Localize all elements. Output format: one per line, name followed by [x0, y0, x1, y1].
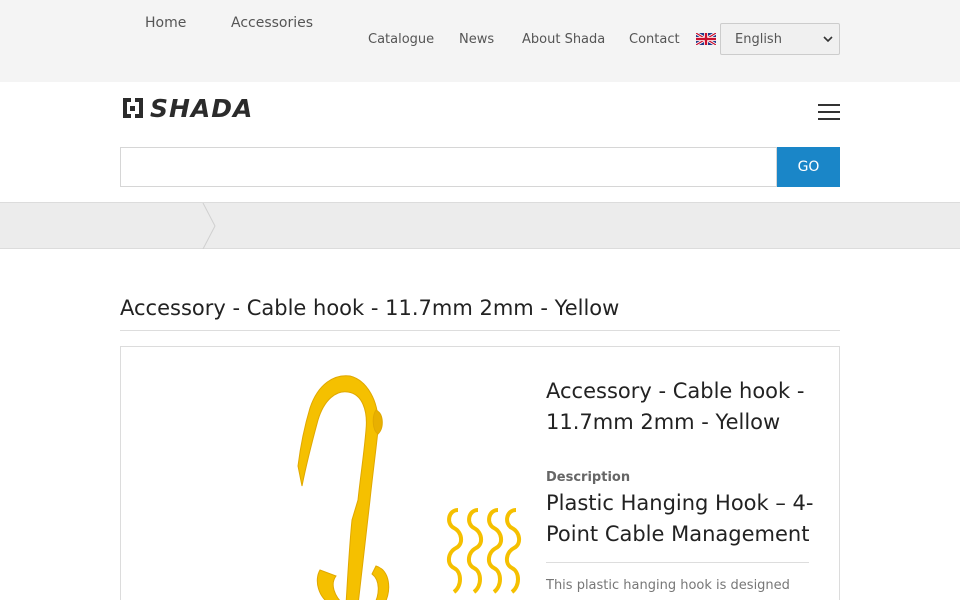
product-image[interactable] — [280, 370, 530, 600]
chevron-down-icon — [823, 36, 833, 43]
language-select-value: English — [735, 32, 782, 47]
nav-contact-link[interactable]: Contact — [629, 32, 680, 47]
product-title: Accessory - Cable hook - 11.7mm 2mm - Ye… — [546, 379, 805, 434]
description-label: Description — [546, 470, 631, 485]
shada-logo[interactable]: SHADA — [120, 93, 254, 123]
description-heading: Plastic Hanging Hook – 4-Point Cable Man… — [546, 491, 814, 546]
description-divider — [546, 562, 809, 563]
nav-catalogue-link[interactable]: Catalogue — [368, 32, 434, 47]
breadcrumb-home-link[interactable]: Home — [145, 15, 186, 31]
shada-logo-mark-icon — [123, 98, 143, 118]
title-divider — [120, 330, 840, 331]
breadcrumb-accessories-link[interactable]: Accessories — [231, 15, 313, 31]
nav-about-link[interactable]: About Shada — [522, 32, 605, 47]
description-text: This plastic hanging hook is designed — [546, 578, 790, 593]
search-go-button[interactable]: GO — [777, 147, 840, 187]
page-title: Accessory - Cable hook - 11.7mm 2mm - Ye… — [120, 296, 620, 320]
search-input[interactable] — [120, 147, 777, 187]
uk-flag-icon — [696, 33, 716, 45]
menu-icon[interactable] — [818, 104, 840, 120]
language-select[interactable]: English — [720, 23, 840, 55]
breadcrumb-separator-icon — [202, 203, 216, 249]
logo-text: SHADA — [150, 93, 254, 123]
nav-news-link[interactable]: News — [459, 32, 494, 47]
breadcrumb — [0, 203, 960, 249]
